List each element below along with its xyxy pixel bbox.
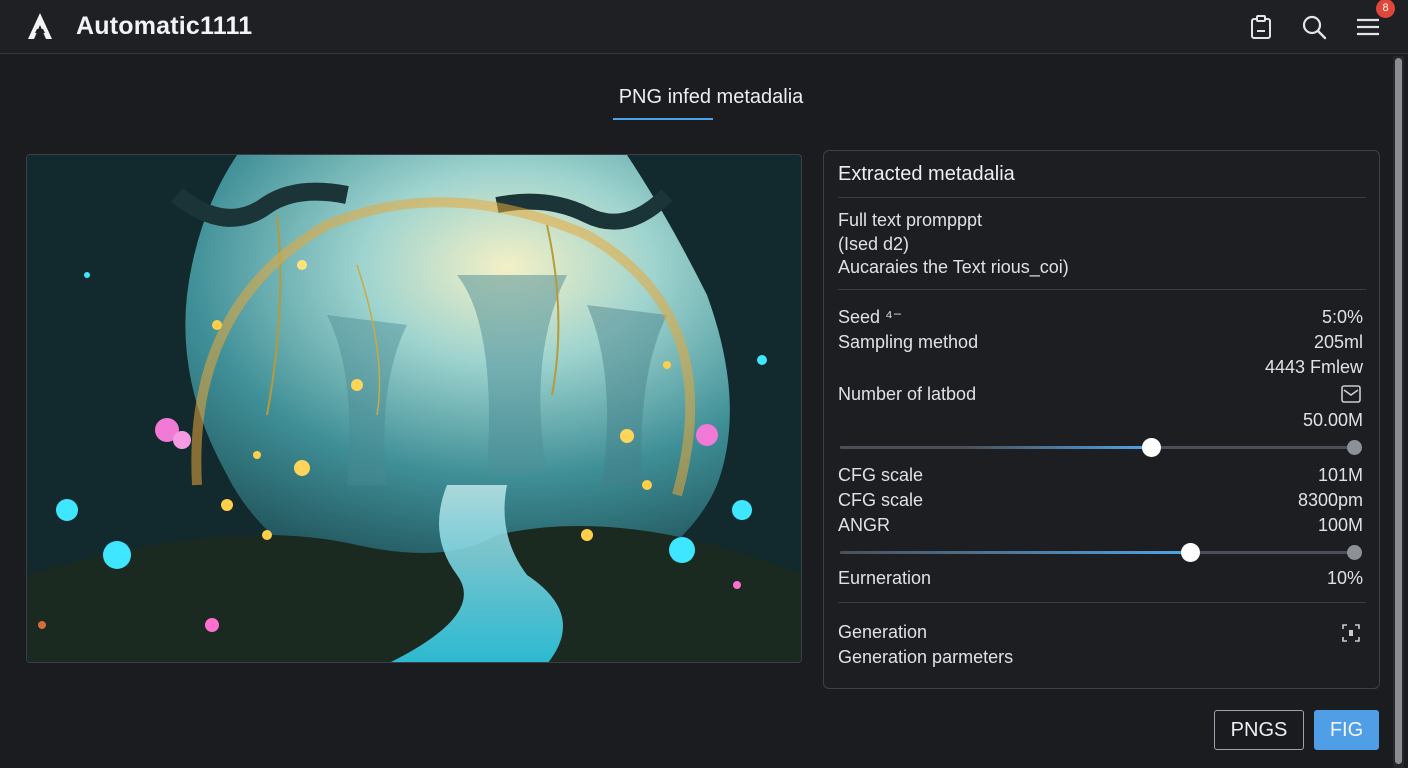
tab-active-indicator (613, 118, 713, 120)
generation-heading: Generation (838, 622, 928, 642)
top-bar: Automatic1111 8 (0, 0, 1408, 54)
slider-end (1347, 545, 1362, 560)
angr-label: ANGR (838, 515, 891, 535)
slider-thumb[interactable] (1181, 543, 1201, 562)
seed-label: Seed ⁴⁻ (838, 307, 903, 327)
notification-badge: 8 (1376, 0, 1395, 18)
scrollbar-thumb[interactable] (1395, 58, 1402, 764)
extra-value: 4443 Fmlew (1264, 357, 1363, 377)
hamburger-menu-icon[interactable] (1354, 13, 1382, 41)
app-logo-icon (28, 13, 52, 39)
cfg-scale-label: CFG scale (838, 465, 924, 485)
prompt-line-3: Aucaraies the Text rious_coi) (838, 257, 1069, 277)
prompt-line-1: Full text prompppt (838, 210, 983, 230)
seed-value: 5:0% (1321, 307, 1363, 327)
copy-icon[interactable] (1340, 622, 1362, 644)
prompt-line-2: (Ised d2) (838, 234, 910, 254)
generation-parameters: Generation parmeters (838, 647, 1014, 667)
steps-value: 50.00M (1302, 410, 1363, 430)
app-title: Automatic1111 (76, 12, 253, 40)
fig-button[interactable]: FIG (1314, 710, 1379, 750)
tab-png-info[interactable]: PNG infed metadalia (560, 86, 862, 109)
search-icon[interactable] (1300, 13, 1328, 41)
divider (838, 602, 1366, 603)
pngs-button[interactable]: PNGS (1214, 710, 1304, 750)
metadata-panel: Extracted metadalia Full text prompppt (… (823, 150, 1380, 689)
slider-fill (840, 446, 1152, 449)
cfg-scale-value-2: 8300pm (1297, 490, 1363, 510)
steps-label: Number of latbod (838, 384, 977, 404)
cfg-scale-value: 101M (1317, 465, 1363, 485)
sampling-method-value: 205ml (1313, 332, 1363, 352)
mail-icon[interactable] (1340, 383, 1362, 405)
forest-illustration (27, 155, 801, 662)
metadata-title: Extracted metadalia (838, 163, 1015, 185)
generated-image (26, 154, 802, 663)
slider-thumb[interactable] (1142, 438, 1162, 457)
divider (838, 197, 1366, 198)
generation-value: 10% (1326, 568, 1363, 588)
clipboard-icon[interactable] (1247, 13, 1275, 41)
angr-value: 100M (1317, 515, 1363, 535)
cfg-scale-label-2: CFG scale (838, 490, 924, 510)
divider (838, 289, 1366, 290)
slider-end (1347, 440, 1362, 455)
sampling-method-label: Sampling method (838, 332, 979, 352)
scrollbar[interactable] (1393, 56, 1404, 768)
steps-slider[interactable] (840, 438, 1362, 457)
slider-fill (840, 551, 1191, 554)
cfg-slider[interactable] (840, 543, 1362, 562)
generation-label: Eurneration (838, 568, 932, 588)
